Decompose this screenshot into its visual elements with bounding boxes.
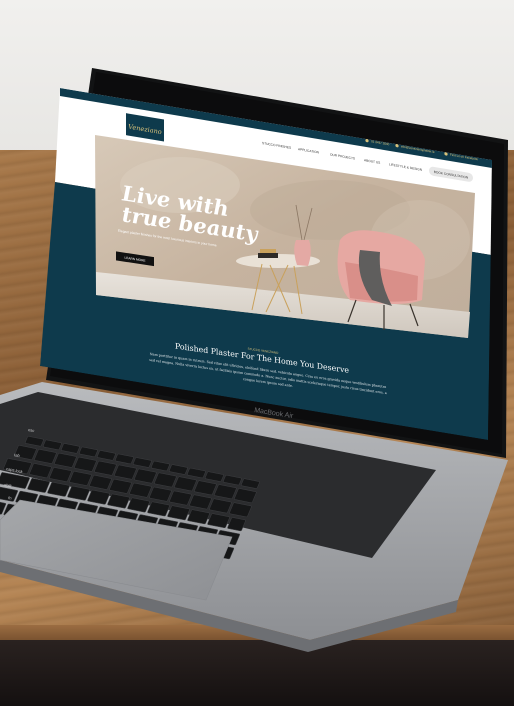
laptop: Veneziano 01 3447 2600 info@venezianopla…	[0, 68, 508, 652]
